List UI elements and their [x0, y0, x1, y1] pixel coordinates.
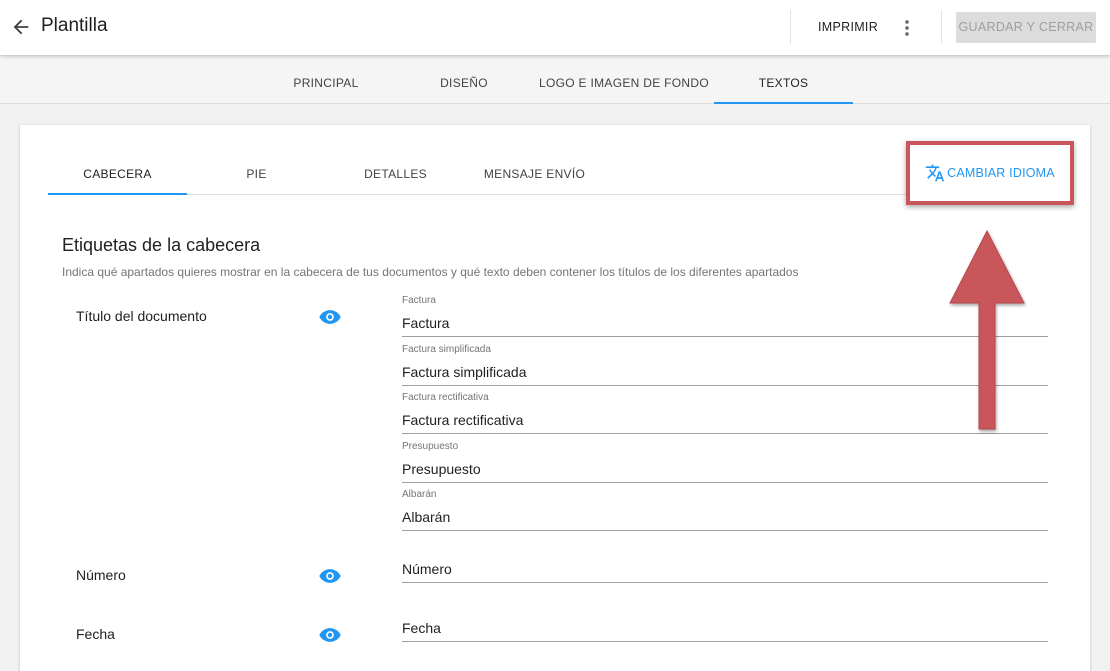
subtab-mensaje-envio[interactable]: MENSAJE ENVÍO [465, 151, 604, 195]
sub-tabs: CABECERA PIE DETALLES MENSAJE ENVÍO [48, 151, 1048, 195]
change-language-button[interactable]: CAMBIAR IDIOMA [914, 157, 1066, 189]
field-albaran[interactable]: Albarán Albarán [402, 489, 1048, 531]
visibility-eye-icon[interactable] [319, 568, 341, 584]
content-card: CABECERA PIE DETALLES MENSAJE ENVÍO CAMB… [20, 125, 1090, 671]
field-value: Fecha [402, 620, 441, 636]
divider [941, 10, 942, 44]
field-value: Factura simplificada [402, 364, 527, 380]
main-tabs: PRINCIPAL DISEÑO LOGO E IMAGEN DE FONDO … [0, 56, 1110, 104]
field-presupuesto[interactable]: Presupuesto Presupuesto [402, 441, 1048, 483]
field-label: Factura [402, 295, 436, 306]
field-label: Factura simplificada [402, 344, 491, 355]
row-label-numero: Número [76, 567, 126, 583]
field-value: Factura [402, 315, 450, 331]
visibility-eye-icon[interactable] [319, 309, 341, 325]
divider [790, 10, 791, 44]
page-title: Plantilla [41, 15, 108, 36]
field-label: Factura rectificativa [402, 392, 489, 403]
subtab-detalles[interactable]: DETALLES [326, 151, 465, 195]
field-value: Factura rectificativa [402, 412, 524, 428]
translate-icon [925, 164, 945, 182]
subtab-cabecera[interactable]: CABECERA [48, 151, 187, 195]
annotation-highlight-box: CAMBIAR IDIOMA [906, 141, 1074, 205]
section-title: Etiquetas de la cabecera [62, 235, 261, 255]
field-label: Presupuesto [402, 441, 459, 452]
change-language-label: CAMBIAR IDIOMA [947, 166, 1055, 180]
tab-logo-imagen[interactable]: LOGO E IMAGEN DE FONDO [534, 56, 714, 104]
subtab-pie[interactable]: PIE [187, 151, 326, 195]
print-button[interactable]: IMPRIMIR [818, 20, 878, 34]
tab-diseno[interactable]: DISEÑO [404, 56, 524, 104]
section-description: Indica qué apartados quieres mostrar en … [62, 265, 799, 279]
field-value: Presupuesto [402, 461, 481, 477]
field-label: Albarán [402, 489, 437, 500]
field-numero[interactable]: Número [402, 555, 1048, 583]
field-value: Albarán [402, 509, 451, 525]
back-arrow-icon[interactable] [10, 16, 32, 38]
annotation-arrow-icon [949, 229, 1025, 430]
visibility-eye-icon[interactable] [319, 627, 341, 643]
field-value: Número [402, 561, 452, 577]
save-and-close-button[interactable]: GUARDAR Y CERRAR [956, 12, 1096, 43]
more-vert-icon[interactable] [896, 17, 918, 39]
row-label-fecha: Fecha [76, 626, 115, 642]
tab-textos[interactable]: TEXTOS [714, 56, 853, 104]
field-fecha[interactable]: Fecha [402, 614, 1048, 642]
tab-principal[interactable]: PRINCIPAL [266, 56, 386, 104]
row-label-titulo: Título del documento [76, 308, 207, 324]
app-bar: Plantilla IMPRIMIR GUARDAR Y CERRAR [0, 0, 1110, 55]
